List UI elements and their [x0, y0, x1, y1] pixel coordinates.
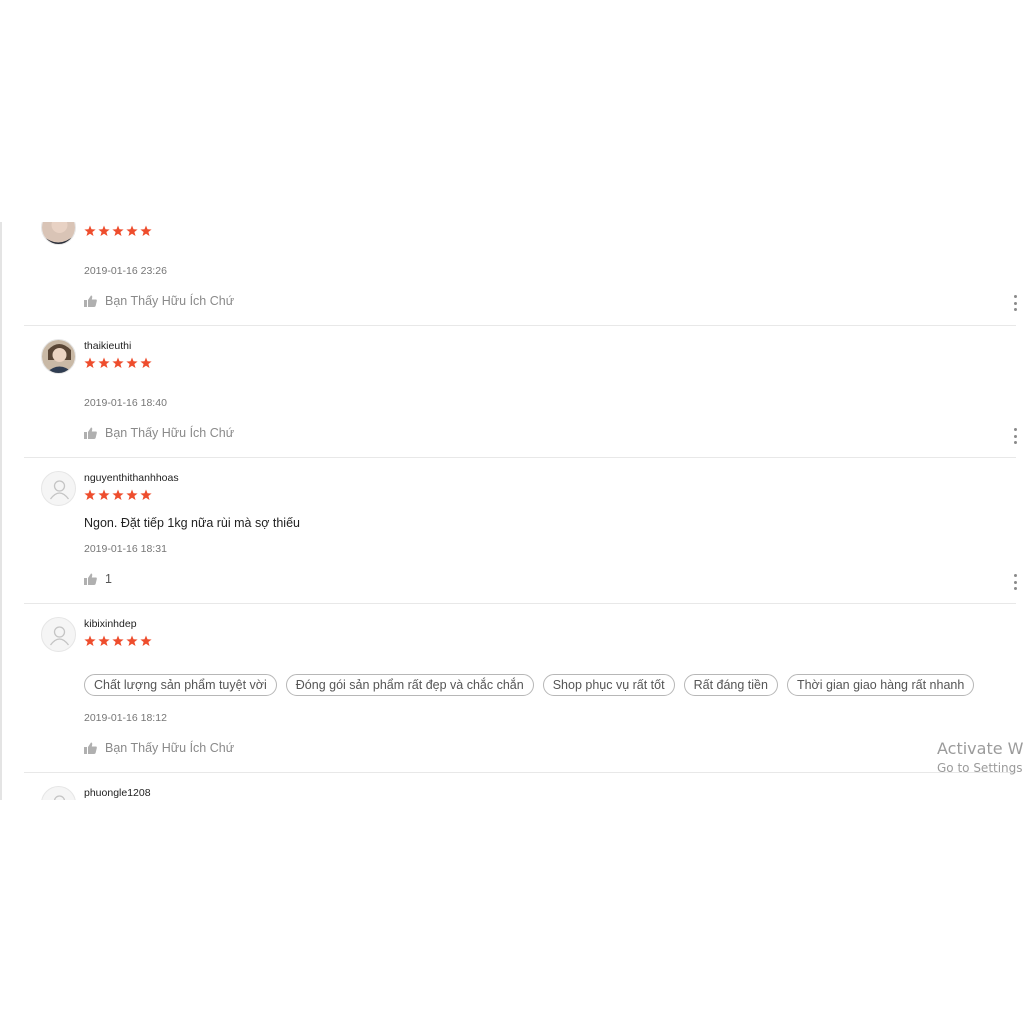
star-icon — [140, 357, 152, 368]
review-tag: Chất lượng sản phẩm tuyệt vời — [84, 674, 277, 696]
star-icon — [84, 225, 96, 236]
review-timestamp: 2019-01-16 23:26 — [84, 265, 167, 277]
star-icon — [140, 225, 152, 236]
review-timestamp: 2019-01-16 18:12 — [84, 712, 167, 724]
review-tag: Shop phục vụ rất tốt — [542, 674, 675, 696]
star-icon — [112, 225, 124, 236]
like-label: Bạn Thấy Hữu Ích Chứ — [105, 426, 235, 440]
default-user-icon — [53, 795, 66, 800]
more-options-icon[interactable] — [1011, 574, 1019, 590]
user-photo-avatar-icon — [42, 222, 75, 244]
review-item: kibixinhdep Chất lượng sản phẩm tuyệt vờ… — [24, 603, 1016, 773]
like-button[interactable]: 1 — [84, 572, 112, 586]
like-label: Bạn Thấy Hữu Ích Chứ — [105, 741, 235, 755]
review-timestamp: 2019-01-16 18:40 — [84, 397, 167, 409]
review-tags: Chất lượng sản phẩm tuyệt vời Đóng gói s… — [84, 674, 975, 696]
default-user-icon — [49, 626, 70, 646]
more-options-icon[interactable] — [1011, 295, 1019, 311]
thumbs-up-icon — [84, 427, 97, 439]
review-item: 2019-01-16 23:26 Bạn Thấy Hữu Ích Chứ — [24, 222, 1019, 326]
review-tag: Đóng gói sản phẩm rất đẹp và chắc chắn — [285, 674, 534, 696]
rating-stars — [83, 224, 153, 238]
review-tag: Rất đáng tiền — [683, 674, 778, 696]
reviewer-username[interactable]: kibixinhdep — [84, 618, 137, 630]
like-button[interactable]: Bạn Thấy Hữu Ích Chứ — [84, 741, 234, 755]
user-photo-avatar-icon — [42, 340, 75, 373]
reviewer-username[interactable]: phuongle1208 — [84, 787, 151, 799]
star-icon — [84, 357, 96, 368]
star-icon — [84, 635, 96, 646]
review-item: nguyenthithanhhoas Ngon. Đặt tiếp 1kg nữ… — [24, 457, 1019, 604]
reviewer-username[interactable]: thaikieuthi — [84, 340, 131, 352]
avatar[interactable] — [41, 339, 76, 374]
thumbs-up-icon — [84, 742, 97, 754]
like-label: Bạn Thấy Hữu Ích Chứ — [105, 294, 235, 308]
review-item: thaikieuthi 2019-01-16 18:40 Bạn Thấy Hữ… — [24, 325, 1019, 458]
more-options-icon[interactable] — [1011, 428, 1019, 444]
review-timestamp: 2019-01-16 18:31 — [84, 543, 167, 555]
avatar[interactable] — [41, 786, 76, 800]
like-button[interactable]: Bạn Thấy Hữu Ích Chứ — [84, 294, 234, 308]
avatar[interactable] — [41, 617, 76, 652]
star-icon — [126, 225, 138, 236]
like-count: 1 — [105, 572, 112, 586]
star-icon — [112, 357, 124, 368]
review-list-viewport: 2019-01-16 23:26 Bạn Thấy Hữu Ích Chứ th… — [0, 222, 1024, 800]
star-icon — [126, 635, 138, 646]
avatar[interactable] — [41, 222, 76, 245]
star-icon — [98, 635, 110, 646]
star-icon — [112, 489, 124, 500]
reviewer-username[interactable]: nguyenthithanhhoas — [84, 472, 179, 484]
left-border — [0, 222, 2, 800]
review-tag: Thời gian giao hàng rất nhanh — [786, 674, 975, 696]
like-button[interactable]: Bạn Thấy Hữu Ích Chứ — [84, 426, 234, 440]
review-comment: Ngon. Đặt tiếp 1kg nữa rùi mà sợ thiếu — [84, 516, 300, 530]
star-icon — [126, 357, 138, 368]
avatar[interactable] — [41, 471, 76, 506]
review-item: phuongle1208 — [24, 772, 1016, 800]
default-user-icon — [49, 480, 70, 500]
star-icon — [98, 357, 110, 368]
star-icon — [98, 225, 110, 236]
star-icon — [84, 489, 96, 500]
star-icon — [126, 489, 138, 500]
rating-stars — [83, 488, 153, 502]
rating-stars — [83, 356, 153, 370]
star-icon — [112, 635, 124, 646]
rating-stars — [83, 634, 153, 648]
thumbs-up-icon — [84, 295, 97, 307]
thumbs-up-icon — [84, 573, 97, 585]
star-icon — [140, 489, 152, 500]
star-icon — [140, 635, 152, 646]
star-icon — [98, 489, 110, 500]
